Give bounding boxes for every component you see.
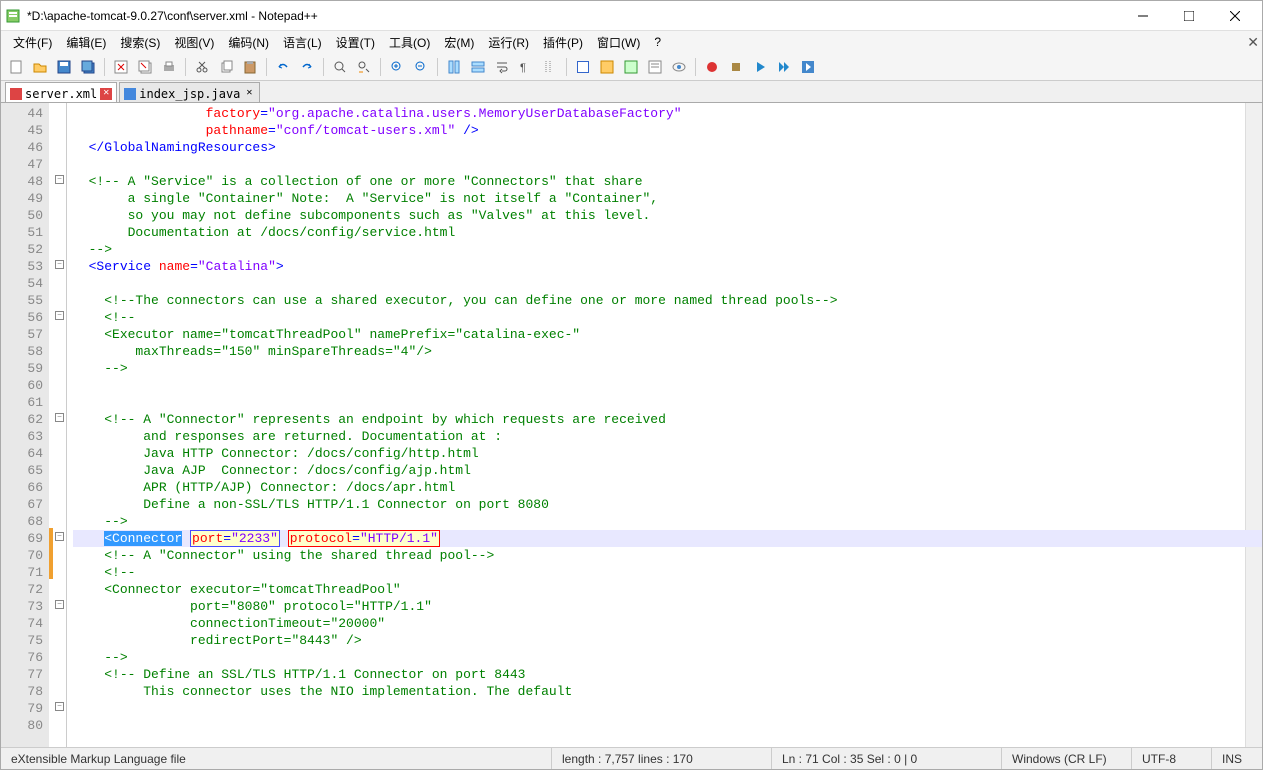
modified-file-icon xyxy=(10,88,22,100)
status-filetype: eXtensible Markup Language file xyxy=(1,748,552,769)
monitoring-icon[interactable] xyxy=(668,56,690,78)
stop-macro-icon[interactable] xyxy=(725,56,747,78)
status-length: length : 7,757 lines : 170 xyxy=(552,748,772,769)
menu-language[interactable]: 语言(L) xyxy=(277,32,328,53)
editor-area[interactable]: 4445464748495051525354555657585960616263… xyxy=(1,103,1262,747)
menu-window[interactable]: 窗口(W) xyxy=(591,32,646,53)
code-content[interactable]: factory="org.apache.catalina.users.Memor… xyxy=(67,103,1245,747)
cut-icon[interactable] xyxy=(191,56,213,78)
undo-icon[interactable] xyxy=(272,56,294,78)
indent-guide-icon[interactable] xyxy=(539,56,561,78)
show-all-chars-icon[interactable]: ¶ xyxy=(515,56,537,78)
copy-icon[interactable] xyxy=(215,56,237,78)
saved-file-icon xyxy=(124,88,136,100)
redo-icon[interactable] xyxy=(296,56,318,78)
func-list-icon[interactable] xyxy=(596,56,618,78)
folder-workspace-icon[interactable] xyxy=(620,56,642,78)
wordwrap-icon[interactable] xyxy=(491,56,513,78)
close-all-icon[interactable] xyxy=(134,56,156,78)
close-button[interactable] xyxy=(1212,1,1258,31)
status-encoding[interactable]: UTF-8 xyxy=(1132,748,1212,769)
tab-label: index_jsp.java xyxy=(139,87,240,101)
menu-run[interactable]: 运行(R) xyxy=(482,32,535,53)
maximize-button[interactable] xyxy=(1166,1,1212,31)
app-icon xyxy=(5,8,21,24)
menu-plugins[interactable]: 插件(P) xyxy=(537,32,589,53)
status-position: Ln : 71 Col : 35 Sel : 0 | 0 xyxy=(772,748,1002,769)
menu-encoding[interactable]: 编码(N) xyxy=(222,32,275,53)
zoom-in-icon[interactable] xyxy=(386,56,408,78)
tab-close-icon[interactable]: ✕ xyxy=(100,88,112,100)
line-number-gutter: 4445464748495051525354555657585960616263… xyxy=(1,103,49,747)
record-macro-icon[interactable] xyxy=(701,56,723,78)
doc-map-icon[interactable] xyxy=(572,56,594,78)
status-mode[interactable]: INS xyxy=(1212,748,1262,769)
sync-h-icon[interactable] xyxy=(467,56,489,78)
menubar: 文件(F) 编辑(E) 搜索(S) 视图(V) 编码(N) 语言(L) 设置(T… xyxy=(1,31,1262,53)
svg-text:¶: ¶ xyxy=(520,62,526,74)
vertical-scrollbar[interactable] xyxy=(1245,103,1262,747)
toolbar: ¶ xyxy=(1,53,1262,81)
tab-server-xml[interactable]: server.xml ✕ xyxy=(5,82,117,102)
save-all-icon[interactable] xyxy=(77,56,99,78)
menu-edit[interactable]: 编辑(E) xyxy=(60,32,112,53)
save-macro-icon[interactable] xyxy=(797,56,819,78)
tabbar: server.xml ✕ index_jsp.java ✕ xyxy=(1,81,1262,103)
menu-view[interactable]: 视图(V) xyxy=(168,32,220,53)
statusbar: eXtensible Markup Language file length :… xyxy=(1,747,1262,769)
app-window: *D:\apache-tomcat-9.0.27\conf\server.xml… xyxy=(0,0,1263,770)
menu-help[interactable]: ? xyxy=(648,33,667,51)
window-title: *D:\apache-tomcat-9.0.27\conf\server.xml… xyxy=(27,9,1120,23)
minimize-button[interactable] xyxy=(1120,1,1166,31)
menu-macro[interactable]: 宏(M) xyxy=(438,32,480,53)
tab-close-icon[interactable]: ✕ xyxy=(243,88,255,100)
doc-list-icon[interactable] xyxy=(644,56,666,78)
status-eol[interactable]: Windows (CR LF) xyxy=(1002,748,1132,769)
open-file-icon[interactable] xyxy=(29,56,51,78)
titlebar: *D:\apache-tomcat-9.0.27\conf\server.xml… xyxy=(1,1,1262,31)
zoom-out-icon[interactable] xyxy=(410,56,432,78)
menu-file[interactable]: 文件(F) xyxy=(7,32,58,53)
menu-settings[interactable]: 设置(T) xyxy=(330,32,381,53)
tab-label: server.xml xyxy=(25,87,97,101)
new-file-icon[interactable] xyxy=(5,56,27,78)
find-icon[interactable] xyxy=(329,56,351,78)
tab-index-jsp[interactable]: index_jsp.java ✕ xyxy=(119,82,260,102)
close-file-icon[interactable] xyxy=(110,56,132,78)
play-multi-icon[interactable] xyxy=(773,56,795,78)
print-icon[interactable] xyxy=(158,56,180,78)
sync-v-icon[interactable] xyxy=(443,56,465,78)
fold-column[interactable]: −−−−−−− xyxy=(53,103,67,747)
secondary-close-icon[interactable]: ✕ xyxy=(1247,34,1259,51)
menu-search[interactable]: 搜索(S) xyxy=(114,32,166,53)
replace-icon[interactable] xyxy=(353,56,375,78)
play-macro-icon[interactable] xyxy=(749,56,771,78)
paste-icon[interactable] xyxy=(239,56,261,78)
menu-tools[interactable]: 工具(O) xyxy=(383,32,436,53)
save-icon[interactable] xyxy=(53,56,75,78)
